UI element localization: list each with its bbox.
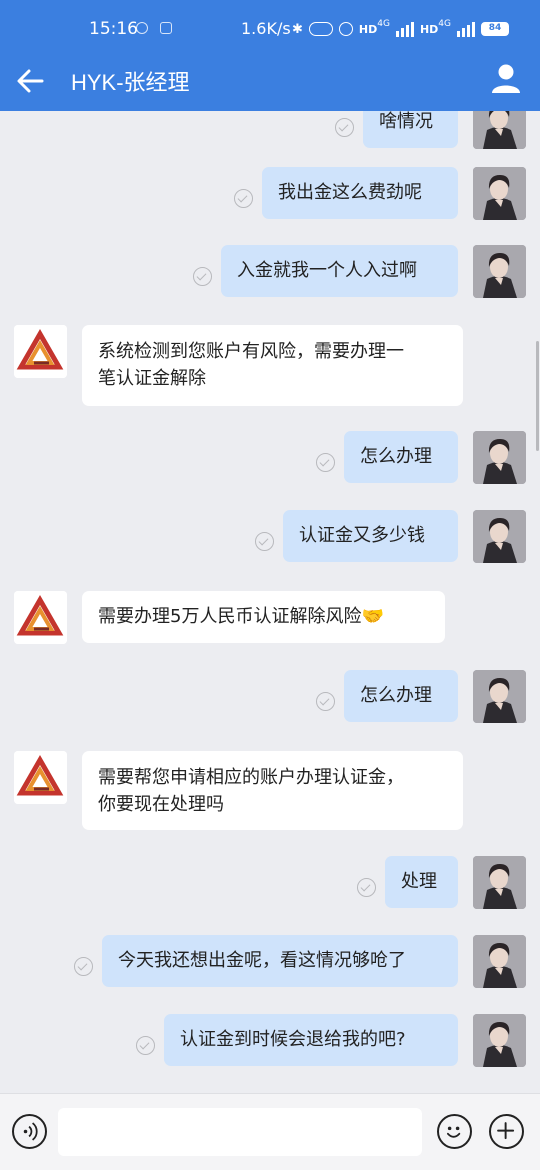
received-message-bubble[interactable]: 需要帮您申请相应的账户办理认证金， 你要现在处理吗 bbox=[82, 751, 463, 830]
message-text-line: 需要帮您申请相应的账户办理认证金， bbox=[98, 767, 404, 788]
chat-title: HYK-张经理 bbox=[71, 70, 190, 95]
message-text: 入金就我一个人入过啊 bbox=[237, 260, 417, 281]
user-avatar[interactable] bbox=[473, 670, 526, 723]
top-bar: 15:16 1.6K/s ✱ HD 4G HD 4G 84 HYK-张经理 bbox=[0, 0, 540, 111]
signal-icon-2 bbox=[457, 21, 475, 37]
sent-message-bubble[interactable]: 入金就我一个人入过啊 bbox=[221, 245, 458, 297]
sent-message-bubble[interactable]: 处理 bbox=[385, 856, 458, 908]
person-icon[interactable] bbox=[490, 62, 522, 94]
message-text-line: 系统检测到您账户有风险，需要办理一 bbox=[98, 341, 404, 362]
sent-message-bubble[interactable]: 怎么办理 bbox=[344, 670, 458, 722]
sent-message-bubble[interactable]: 我出金这么费劲呢 bbox=[262, 167, 458, 219]
battery-icon: 84 bbox=[481, 22, 509, 36]
signal-icon-1 bbox=[395, 21, 414, 37]
message-text: 啥情况 bbox=[379, 111, 433, 132]
read-receipt-icon bbox=[335, 118, 354, 137]
user-avatar[interactable] bbox=[473, 111, 526, 149]
message-text: 我出金这么费劲呢 bbox=[278, 182, 422, 203]
message-text: 处理 bbox=[401, 871, 437, 892]
read-receipt-icon bbox=[234, 189, 253, 208]
vpn-icon bbox=[308, 22, 333, 36]
message-text: 认证金到时候会退给我的吧? bbox=[180, 1029, 406, 1050]
read-receipt-icon bbox=[255, 532, 274, 551]
sent-message-bubble[interactable]: 认证金又多少钱 bbox=[283, 510, 458, 562]
user-avatar[interactable] bbox=[473, 856, 526, 909]
message-text: 怎么办理 bbox=[360, 446, 432, 467]
message-row: 认证金又多少钱 bbox=[0, 510, 540, 563]
user-avatar[interactable] bbox=[473, 510, 526, 563]
message-text-line: 需要办理5万人民币认证解除风险🤝 bbox=[98, 606, 384, 627]
message-input[interactable] bbox=[58, 1108, 422, 1156]
received-message-bubble[interactable]: 需要办理5万人民币认证解除风险🤝 bbox=[82, 591, 445, 643]
message-row: 认证金到时候会退给我的吧? bbox=[0, 1014, 540, 1067]
chat-header: HYK-张经理 bbox=[0, 58, 540, 111]
user-avatar[interactable] bbox=[473, 245, 526, 298]
status-bar: 15:16 1.6K/s ✱ HD 4G HD 4G 84 bbox=[0, 0, 540, 58]
message-row: 我出金这么费劲呢 bbox=[0, 167, 540, 220]
sent-message-bubble[interactable]: 今天我还想出金呢，看这情况够呛了 bbox=[102, 935, 458, 987]
bluetooth-icon: ✱ bbox=[292, 21, 303, 37]
read-receipt-icon bbox=[316, 692, 335, 711]
agent-avatar[interactable] bbox=[14, 751, 67, 804]
hd-label-2: HD bbox=[419, 22, 439, 36]
message-text: 认证金又多少钱 bbox=[299, 525, 425, 546]
message-list[interactable]: 啥情况我出金这么费劲呢入金就我一个人入过啊系统检测到您账户有风险，需要办理一 笔认… bbox=[0, 111, 540, 1093]
read-receipt-icon bbox=[193, 267, 212, 286]
sent-message-bubble[interactable]: 认证金到时候会退给我的吧? bbox=[164, 1014, 458, 1066]
message-row: 今天我还想出金呢，看这情况够呛了 bbox=[0, 935, 540, 988]
signal-type-2: 4G bbox=[438, 19, 451, 29]
agent-avatar[interactable] bbox=[14, 325, 67, 378]
alarm-icon bbox=[338, 22, 353, 36]
user-avatar[interactable] bbox=[473, 1014, 526, 1067]
read-receipt-icon bbox=[357, 878, 376, 897]
message-row: 需要办理5万人民币认证解除风险🤝 bbox=[0, 591, 540, 644]
input-bar bbox=[0, 1093, 540, 1170]
message-row: 入金就我一个人入过啊 bbox=[0, 245, 540, 298]
message-text-line: 你要现在处理吗 bbox=[98, 794, 224, 815]
message-row: 需要帮您申请相应的账户办理认证金， 你要现在处理吗 bbox=[0, 751, 540, 830]
status-time: 15:16 bbox=[89, 19, 138, 39]
message-text-line: 笔认证金解除 bbox=[98, 368, 206, 389]
read-receipt-icon bbox=[74, 957, 93, 976]
signal-type-1: 4G bbox=[377, 19, 390, 29]
arrow-left-icon[interactable] bbox=[14, 64, 48, 98]
read-receipt-icon bbox=[136, 1036, 155, 1055]
sent-message-bubble[interactable]: 怎么办理 bbox=[344, 431, 458, 483]
user-avatar[interactable] bbox=[473, 431, 526, 484]
message-text: 怎么办理 bbox=[360, 685, 432, 706]
emoji-icon[interactable] bbox=[437, 1114, 472, 1149]
message-row: 怎么办理 bbox=[0, 670, 540, 723]
notification-icon bbox=[136, 22, 148, 34]
message-row: 系统检测到您账户有风险，需要办理一 笔认证金解除 bbox=[0, 325, 540, 406]
status-icons: ✱ HD 4G HD 4G 84 bbox=[292, 16, 509, 42]
network-speed: 1.6K/s bbox=[241, 19, 291, 38]
voice-icon[interactable] bbox=[12, 1114, 47, 1149]
message-text: 今天我还想出金呢，看这情况够呛了 bbox=[118, 950, 406, 971]
message-row: 怎么办理 bbox=[0, 431, 540, 484]
message-row: 处理 bbox=[0, 856, 540, 909]
hd-label-1: HD bbox=[358, 22, 378, 36]
agent-avatar[interactable] bbox=[14, 591, 67, 644]
app-notification-icon bbox=[160, 22, 172, 34]
received-message-bubble[interactable]: 系统检测到您账户有风险，需要办理一 笔认证金解除 bbox=[82, 325, 463, 406]
user-avatar[interactable] bbox=[473, 935, 526, 988]
message-row: 啥情况 bbox=[0, 111, 540, 149]
read-receipt-icon bbox=[316, 453, 335, 472]
plus-icon[interactable] bbox=[489, 1114, 524, 1149]
user-avatar[interactable] bbox=[473, 167, 526, 220]
sent-message-bubble[interactable]: 啥情况 bbox=[363, 111, 458, 148]
